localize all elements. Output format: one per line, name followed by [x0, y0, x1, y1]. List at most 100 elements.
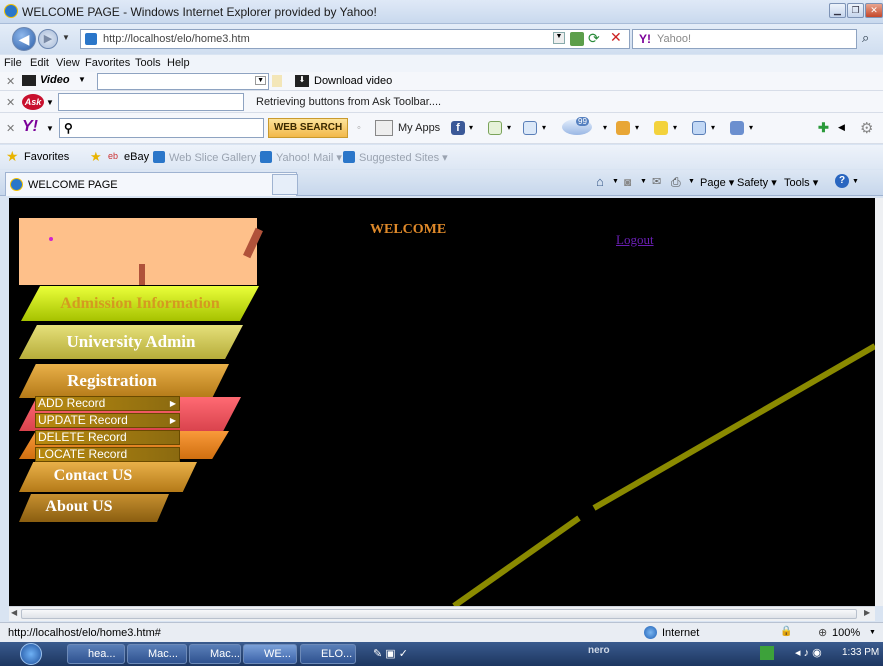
scroll-left-icon[interactable]: ◀	[838, 122, 845, 133]
taskbar-item-mac-1[interactable]: Mac...	[127, 644, 187, 664]
close-ask-icon[interactable]: ✕	[6, 96, 15, 109]
calendar-dropdown-icon[interactable]: ▾	[711, 123, 715, 132]
favorites-button[interactable]: Favorites	[24, 151, 69, 163]
feeds-dropdown-icon[interactable]: ▼	[640, 178, 647, 185]
shield-icon[interactable]	[730, 121, 744, 135]
tools-menu[interactable]: Tools ▾	[784, 176, 818, 189]
diagonal-segment-upper	[592, 343, 875, 511]
close-toolbar-icon[interactable]: ✕	[6, 75, 15, 88]
taskbar-item-mac-2[interactable]: Mac...	[189, 644, 241, 664]
share-icon[interactable]	[488, 121, 502, 135]
minimize-button[interactable]: ▁	[829, 3, 846, 18]
feeds-icon[interactable]: ◙	[624, 175, 631, 189]
start-button[interactable]	[20, 643, 42, 665]
home-icon[interactable]: ⌂	[596, 174, 604, 189]
fav-ebay[interactable]: eBay	[124, 151, 149, 163]
zoom-dropdown-icon[interactable]: ▼	[869, 629, 876, 636]
video-input-dropdown-icon[interactable]: ▼	[255, 76, 266, 85]
scrollbar-thumb[interactable]	[21, 609, 857, 619]
add-favorite-icon[interactable]: ★	[90, 149, 102, 165]
tray-arrow-icon[interactable]	[760, 646, 774, 660]
print-icon[interactable]: ⎙	[671, 175, 681, 190]
scroll-left-arrow-icon[interactable]: ◀	[11, 608, 17, 617]
settings-gear-icon[interactable]: ⚙	[860, 119, 873, 137]
read-mail-icon[interactable]: ✉	[652, 175, 661, 188]
ask-search-input[interactable]	[58, 93, 244, 111]
menu-help[interactable]: Help	[167, 57, 190, 69]
history-dropdown-icon[interactable]: ▼	[62, 33, 70, 42]
close-button[interactable]: ✕	[865, 3, 883, 18]
shield-dropdown-icon[interactable]: ▾	[749, 123, 753, 132]
yahoo-search-input[interactable]: ⚲	[59, 118, 264, 138]
my-apps-icon	[375, 120, 393, 136]
protected-mode-icon[interactable]: 🔒	[780, 626, 792, 637]
vertical-scrollbar[interactable]	[875, 198, 883, 606]
clear-icon[interactable]	[272, 75, 282, 87]
taskbar-item-hea[interactable]: hea...	[67, 644, 125, 664]
compat-view-icon[interactable]	[570, 32, 584, 46]
calendar-icon[interactable]	[692, 121, 706, 135]
help-dropdown-icon[interactable]: ▼	[852, 178, 859, 185]
download-icon: ⬇	[295, 75, 309, 87]
address-bar[interactable]: http://localhost/elo/home3.htm	[80, 29, 630, 49]
ebay-toolbar-icon[interactable]	[654, 121, 668, 135]
yahoo-toolbar: ✕ Y! ▼ ⚲ WEB SEARCH ◦ My Apps f ▾ ▾ ▾ 99…	[0, 113, 883, 144]
web-search-button[interactable]: WEB SEARCH	[268, 118, 348, 138]
search-icon[interactable]: ⌕	[862, 30, 869, 46]
video-search-input[interactable]: ▼	[97, 73, 269, 90]
clock: 1:33 PM	[842, 647, 880, 658]
video-dropdown-icon[interactable]: ▼	[78, 75, 86, 84]
scroll-right-arrow-icon[interactable]: ▶	[864, 608, 870, 617]
safety-menu[interactable]: Safety ▾	[737, 176, 777, 189]
menu-edit[interactable]: Edit	[30, 57, 49, 69]
address-dropdown-icon[interactable]: ▼	[553, 32, 565, 44]
my-apps-button[interactable]: My Apps	[398, 122, 440, 134]
tab-welcome-page[interactable]: WELCOME PAGE	[5, 172, 297, 196]
menu-tools[interactable]: Tools	[135, 57, 161, 69]
title-bar: WELCOME PAGE - Windows Internet Explorer…	[0, 0, 883, 24]
taskbar-item-elo[interactable]: ELO...	[300, 644, 356, 664]
zoom-level[interactable]: 100%	[832, 627, 860, 639]
quicklaunch-icons[interactable]: ✎ ▣ ✓	[373, 647, 408, 660]
stop-icon[interactable]: ✕	[610, 29, 622, 46]
help-icon[interactable]: ?	[835, 174, 849, 188]
ask-dropdown-icon[interactable]: ▼	[46, 98, 54, 107]
forward-button[interactable]: ▶	[38, 29, 58, 49]
refresh-icon[interactable]: ⟳	[588, 30, 600, 47]
yahoo-dropdown-icon[interactable]: ▼	[46, 124, 54, 133]
menu-file[interactable]: File	[4, 57, 22, 69]
games-dropdown-icon[interactable]: ▾	[635, 123, 639, 132]
ebay-dropdown-icon[interactable]: ▾	[673, 123, 677, 132]
mail-dropdown-icon[interactable]: ▾	[542, 123, 546, 132]
menu-view[interactable]: View	[56, 57, 80, 69]
horizontal-scrollbar[interactable]: ◀ ▶	[9, 606, 875, 621]
weather-dropdown-icon[interactable]: ▾	[603, 123, 607, 132]
search-box[interactable]: Y! Yahoo!	[632, 29, 857, 49]
taskbar: hea... Mac... Mac... WE... ELO... ✎ ▣ ✓ …	[0, 642, 883, 666]
facebook-dropdown-icon[interactable]: ▾	[469, 123, 473, 132]
close-yahoo-icon[interactable]: ✕	[6, 122, 15, 135]
share-dropdown-icon[interactable]: ▾	[507, 123, 511, 132]
print-dropdown-icon[interactable]: ▼	[688, 178, 695, 185]
zoom-icon[interactable]: ⊕	[818, 626, 827, 639]
home-dropdown-icon[interactable]: ▼	[612, 178, 619, 185]
add-icon[interactable]: ✚	[818, 120, 829, 136]
back-button[interactable]: ◀	[12, 27, 36, 51]
nero-label[interactable]: nero	[588, 645, 610, 656]
fav-yahoo-mail[interactable]: Yahoo! Mail ▾	[276, 151, 342, 164]
restore-button[interactable]: ❐	[847, 3, 864, 18]
ask-status: Retrieving buttons from Ask Toolbar....	[256, 96, 442, 108]
download-video-button[interactable]: Download video	[314, 75, 392, 87]
taskbar-item-welcome[interactable]: WE...	[243, 644, 297, 664]
security-zone: Internet	[662, 627, 700, 639]
fav-suggested-sites[interactable]: Suggested Sites ▾	[359, 151, 448, 164]
fav-web-slice[interactable]: Web Slice Gallery ▾	[169, 151, 265, 164]
menu-favorites[interactable]: Favorites	[85, 57, 130, 69]
page-menu[interactable]: Page ▾	[700, 176, 734, 189]
new-tab-button[interactable]	[272, 174, 298, 195]
video-label[interactable]: Video	[40, 74, 70, 86]
mail-icon[interactable]	[523, 121, 537, 135]
facebook-icon[interactable]: f	[451, 121, 465, 135]
games-icon[interactable]	[616, 121, 630, 135]
tray-icons[interactable]: ◂ ♪ ◉	[795, 646, 822, 659]
